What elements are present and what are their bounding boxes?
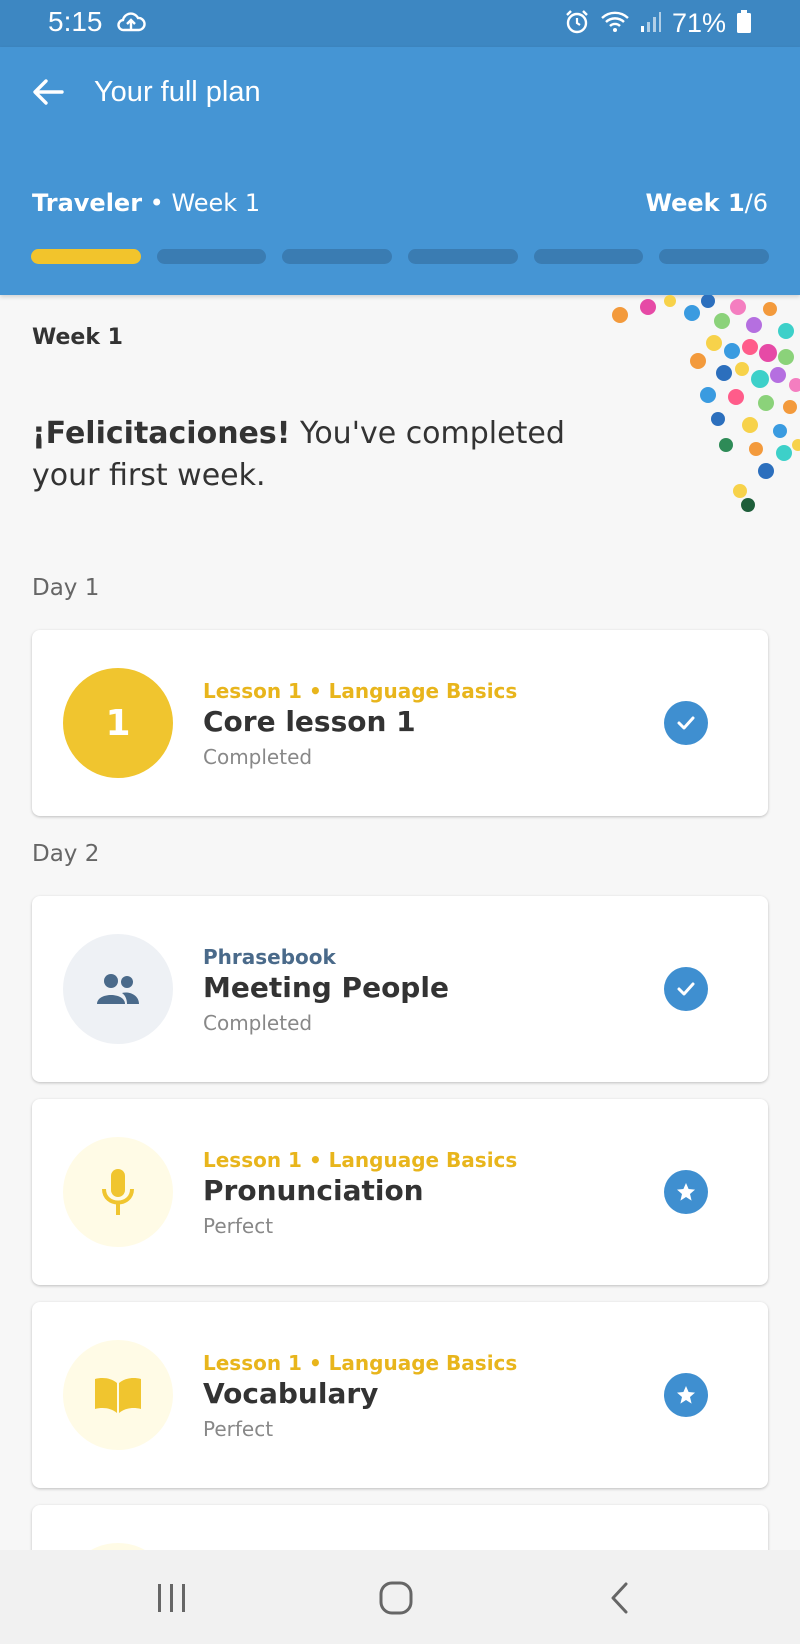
signal-icon [640,11,662,37]
progress-segment [282,249,393,264]
card-status: Perfect [203,1214,274,1238]
progress-segment [31,249,141,264]
card-title: Pronunciation [203,1174,424,1207]
book-icon [63,1340,173,1450]
plan-week: • Week 1 [142,189,261,217]
progress-segment [533,249,644,264]
week-counter: Week 1/6 [645,189,768,217]
card-eyebrow: Lesson 1 • Language Basics [203,1351,518,1375]
lesson-card-core-lesson[interactable]: 1 Lesson 1 • Language Basics Core lesson… [32,630,768,816]
card-status: Completed [203,745,313,769]
home-icon[interactable] [376,1578,416,1618]
star-icon [664,1373,708,1417]
people-icon [63,934,173,1044]
day-label-2: Day 2 [32,841,100,867]
recent-apps-icon[interactable] [152,1578,192,1618]
card-title: Core lesson 1 [203,705,416,738]
status-bar: 5:15 71% [0,0,800,47]
week-total: /6 [744,189,768,217]
progress-segment [408,249,518,264]
card-eyebrow: Lesson 1 • Language Basics [203,1148,518,1172]
progress-segment [659,249,770,264]
congrats-message: ¡Felicitaciones! You've completed your f… [32,413,572,497]
lesson-number-badge: 1 [63,668,173,778]
plan-name: Traveler [32,189,143,217]
progress-segment [156,249,267,264]
congrats-bold: ¡Felicitaciones! [32,416,291,451]
back-nav-icon[interactable] [600,1578,640,1618]
star-icon [664,1170,708,1214]
card-eyebrow: Phrasebook [203,945,336,969]
check-icon [664,701,708,745]
confetti-decoration [612,295,800,512]
week-heading: Week 1 [32,325,123,350]
system-nav-bar [0,1550,800,1644]
battery-icon [736,9,752,38]
alarm-icon [564,9,590,39]
page-title: Your full plan [94,76,261,108]
lesson-card-pronunciation[interactable]: Lesson 1 • Language Basics Pronunciation… [32,1099,768,1285]
lesson-card-vocabulary[interactable]: Lesson 1 • Language Basics Vocabulary Pe… [32,1302,768,1488]
card-title: Meeting People [203,971,449,1004]
app-bar: Your full plan Traveler • Week 1 Week 1/… [0,47,800,295]
week-current: Week 1 [645,189,745,217]
week-progress-bar [31,249,770,264]
cloud-upload-icon [116,10,146,38]
microphone-icon [63,1137,173,1247]
battery-percentage: 71% [671,8,726,38]
status-time: 5:15 [48,6,103,37]
day-label-1: Day 1 [32,575,100,601]
plan-label: Traveler • Week 1 [32,189,260,217]
card-eyebrow: Lesson 1 • Language Basics [203,679,518,703]
card-status: Perfect [203,1417,274,1441]
check-icon [664,967,708,1011]
lesson-card-partial[interactable] [32,1505,768,1550]
wifi-icon [600,10,630,38]
card-status: Completed [203,1011,313,1035]
lesson-icon [63,1543,173,1550]
lesson-card-meeting-people[interactable]: Phrasebook Meeting People Completed [32,896,768,1082]
card-title: Vocabulary [203,1377,379,1410]
plan-content: Week 1 ¡Felicitaciones! You've completed… [0,295,800,1550]
back-arrow-icon[interactable] [28,72,68,112]
